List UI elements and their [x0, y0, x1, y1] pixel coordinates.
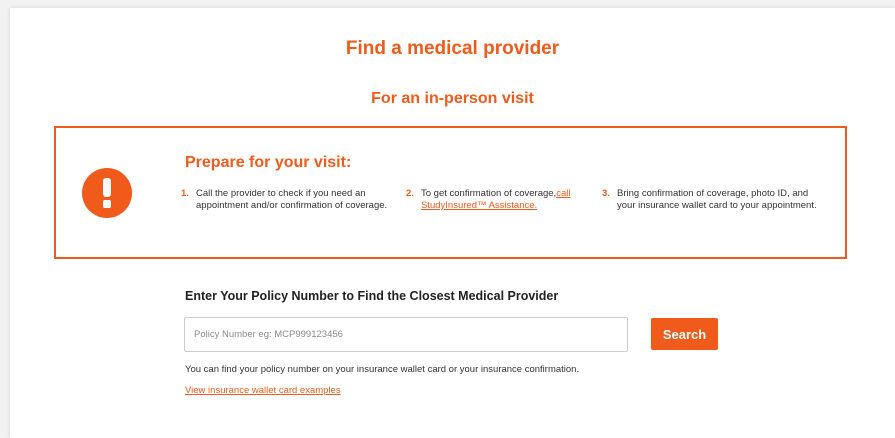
- exclamation-icon: [82, 168, 132, 218]
- step-text: To get confirmation of coverage,: [421, 188, 557, 199]
- wallet-card-examples-link[interactable]: View insurance wallet card examples: [185, 385, 341, 396]
- prepare-notice-box: Prepare for your visit: 1. Call the prov…: [54, 126, 847, 259]
- step-number: 2.: [406, 188, 414, 199]
- step-text: Bring confirmation of coverage, photo ID…: [617, 188, 817, 211]
- search-button[interactable]: Search: [651, 318, 718, 350]
- exclamation-bar: [103, 178, 111, 197]
- step-number: 3.: [602, 188, 610, 199]
- policy-heading: Enter Your Policy Number to Find the Clo…: [185, 289, 559, 303]
- step-text-container: To get confirmation of coverage,call Stu…: [421, 188, 591, 212]
- page-subtitle: For an in-person visit: [371, 90, 534, 107]
- policy-help-text: You can find your policy number on your …: [185, 364, 580, 375]
- step-text: Call the provider to check if you need a…: [196, 188, 388, 211]
- step-number: 1.: [181, 188, 189, 199]
- step-1: 1. Call the provider to check if you nee…: [181, 188, 391, 212]
- page-container: Find a medical provider For an in-person…: [10, 8, 895, 438]
- step-3: 3. Bring confirmation of coverage, photo…: [602, 188, 817, 212]
- exclamation-dot: [103, 200, 111, 208]
- policy-number-input[interactable]: [184, 317, 628, 352]
- page-title: Find a medical provider: [345, 38, 560, 59]
- notice-heading: Prepare for your visit:: [185, 154, 352, 171]
- step-2: 2. To get confirmation of coverage,call …: [406, 188, 591, 212]
